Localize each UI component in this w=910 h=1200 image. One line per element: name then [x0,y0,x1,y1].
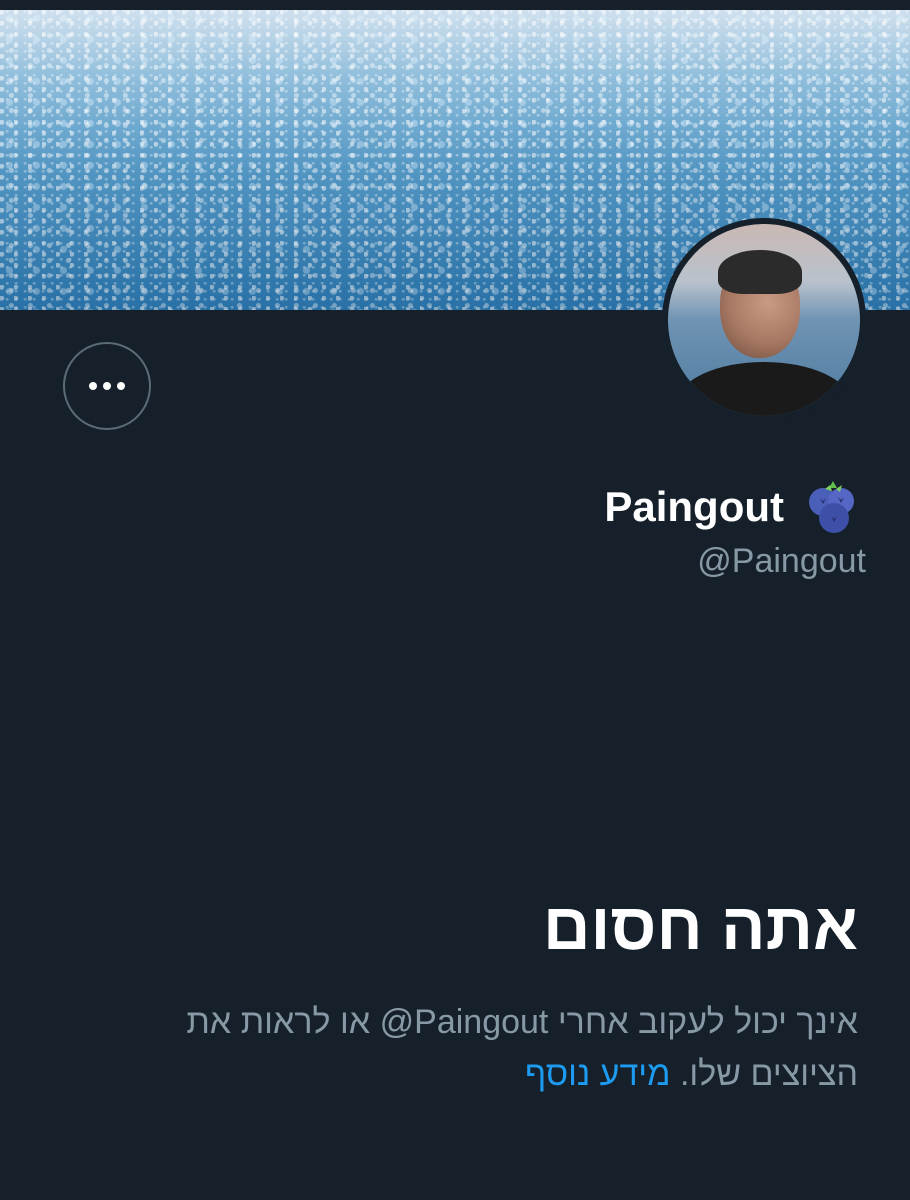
blocked-title: אתה חסום [542,889,858,963]
profile-handle: @Paingout [697,542,866,580]
more-options-button[interactable] [63,342,151,430]
blueberries-emoji-icon [809,481,854,533]
display-name: Paingout [604,483,784,530]
top-bar [0,0,910,10]
avatar-hair [718,250,802,294]
profile-avatar[interactable] [662,218,866,422]
more-horizontal-icon-dot [117,382,125,390]
avatar-photo [668,224,860,416]
blocked-description: אינך יכול לעקוב אחרי ‎@Paingout‎ או לראו… [98,996,858,1100]
learn-more-link[interactable]: מידע נוסף [525,1055,670,1093]
blocked-description-text: אינך יכול לעקוב אחרי ‎@Paingout‎ או לראו… [186,1003,858,1093]
avatar-shirt [678,362,850,416]
profile-name-row: Paingout [604,478,860,536]
more-horizontal-icon [89,382,97,390]
more-horizontal-icon-dot [103,382,111,390]
